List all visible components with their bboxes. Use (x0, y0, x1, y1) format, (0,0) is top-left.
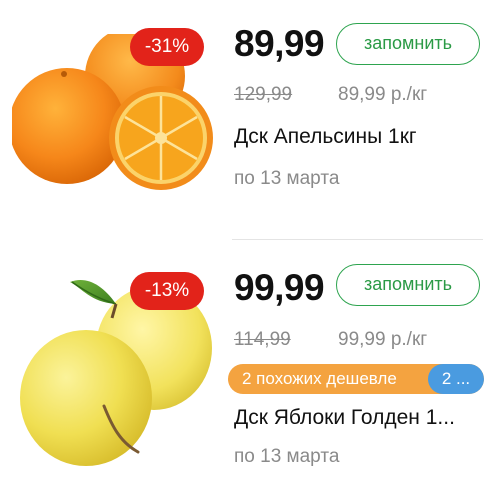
price: 89,99 (234, 23, 325, 64)
cheaper-alternatives-banner[interactable]: 2 похожих дешевле 2 ... (228, 364, 484, 394)
cheaper-alternatives-count[interactable]: 2 ... (428, 364, 484, 394)
price: 99,99 (234, 267, 325, 308)
remember-button[interactable]: запомнить (336, 264, 480, 306)
product-card-apples[interactable]: -13% 99,99 запомнить 114,99 99,99 р./кг … (0, 240, 503, 490)
unit-price: 99,99 р./кг (338, 329, 428, 350)
old-price: 129,99 (234, 84, 293, 105)
product-name[interactable]: Дск Яблоки Голден 1... (234, 406, 455, 430)
cheaper-alternatives-label: 2 похожих дешевле (242, 369, 397, 388)
remember-button[interactable]: запомнить (336, 23, 480, 65)
discount-badge: -13% (130, 272, 204, 310)
valid-until: по 13 марта (234, 446, 340, 467)
product-card-oranges[interactable]: -31% 89,99 запомнить 129,99 89,99 р./кг … (0, 0, 503, 240)
product-name[interactable]: Дск Апельсины 1кг (234, 125, 417, 149)
old-price: 114,99 (234, 329, 291, 350)
discount-badge: -31% (130, 28, 204, 66)
valid-until: по 13 марта (234, 168, 340, 189)
unit-price: 89,99 р./кг (338, 84, 428, 105)
